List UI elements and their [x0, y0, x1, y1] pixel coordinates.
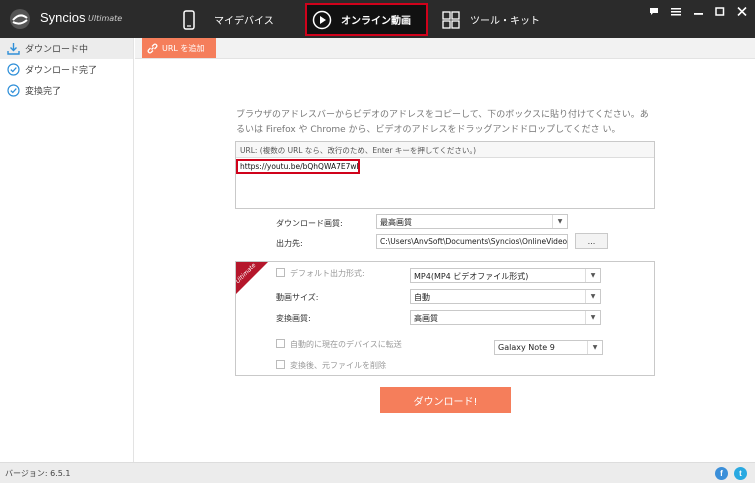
conversion-quality-value: 高画質	[414, 314, 438, 323]
sidebar-item-downloading[interactable]: ダウンロード中	[0, 38, 133, 59]
auto-transfer-checkbox[interactable]	[276, 339, 285, 348]
chevron-down-icon: ▼	[585, 269, 600, 282]
close-icon[interactable]	[736, 5, 748, 17]
output-path-field[interactable]: C:\Users\AnvSoft\Documents\Syncios\Onlin…	[376, 234, 568, 249]
toolbar: URL を追加	[135, 38, 755, 59]
download-button[interactable]: ダウンロード!	[380, 387, 511, 413]
grid-icon	[440, 9, 462, 31]
url-input[interactable]: https://youtu.be/bQhQWA7E7wI	[236, 159, 360, 174]
format-value: MP4(MP4 ビデオファイル形式)	[414, 272, 529, 281]
tab-label: マイデバイス	[214, 16, 274, 27]
tab-online-video[interactable]: オンライン動画	[305, 3, 428, 36]
chevron-down-icon: ▼	[552, 215, 567, 228]
quality-select[interactable]: 最高画質 ▼	[376, 214, 568, 229]
sidebar-item-download-complete[interactable]: ダウンロード完了	[0, 59, 133, 80]
default-format-checkbox[interactable]	[276, 268, 285, 277]
device-select[interactable]: Galaxy Note 9 ▼	[494, 340, 603, 355]
message-icon[interactable]	[648, 5, 660, 17]
auto-transfer-label: 自動的に現在のデバイスに転送	[290, 340, 402, 349]
format-select[interactable]: MP4(MP4 ビデオファイル形式) ▼	[410, 268, 601, 283]
add-url-button[interactable]: URL を追加	[142, 38, 216, 58]
video-size-label: 動画サイズ:	[276, 293, 319, 302]
menu-icon[interactable]	[670, 5, 682, 17]
browse-button[interactable]: ...	[575, 233, 608, 249]
app-name: Syncios	[40, 10, 86, 25]
top-bar: Syncios Ultimate マイデバイス オンライン動画 ツール・キット	[0, 0, 755, 38]
download-icon	[7, 43, 20, 55]
video-size-value: 自動	[414, 293, 430, 302]
sidebar: ダウンロード中 ダウンロード完了 変換完了	[0, 38, 134, 462]
facebook-icon[interactable]: f	[715, 467, 728, 480]
syncios-logo-icon	[10, 9, 30, 29]
check-circle-icon	[7, 63, 20, 76]
add-url-label: URL を追加	[162, 43, 205, 53]
app-edition: Ultimate	[88, 14, 123, 23]
url-input-box[interactable]: URL: (複数の URL なら、改行のため、Enter キーを押してください。…	[235, 141, 655, 209]
status-bar: バージョン: 6.5.1 f t	[0, 462, 755, 483]
conversion-quality-label: 変換画質:	[276, 314, 311, 323]
sidebar-item-label: ダウンロード中	[25, 45, 89, 55]
quality-label: ダウンロード画質:	[276, 219, 343, 228]
tab-label: ツール・キット	[470, 16, 540, 27]
sidebar-item-label: 変換完了	[25, 87, 62, 97]
check-circle-icon	[7, 84, 20, 97]
minimize-icon[interactable]	[693, 5, 705, 17]
sidebar-item-label: ダウンロード完了	[25, 66, 98, 76]
link-icon	[147, 43, 158, 53]
conversion-quality-select[interactable]: 高画質 ▼	[410, 310, 601, 325]
version-text: バージョン: 6.5.1	[5, 469, 71, 478]
chevron-down-icon: ▼	[585, 290, 600, 303]
delete-original-checkbox[interactable]	[276, 360, 285, 369]
url-box-label: URL: (複数の URL なら、改行のため、Enter キーを押してください。…	[236, 142, 654, 158]
instructions-text: ブラウザのアドレスバーからビデオのアドレスをコピーして、下のボックスに貼り付けて…	[236, 110, 649, 135]
default-format-label: デフォルト出力形式:	[290, 269, 365, 278]
quality-value: 最高画質	[380, 218, 412, 227]
sidebar-item-conversion-complete[interactable]: 変換完了	[0, 80, 133, 101]
delete-original-label: 変換後、元ファイルを削除	[290, 361, 386, 370]
tab-my-devices[interactable]: マイデバイス	[178, 3, 288, 36]
chevron-down-icon: ▼	[587, 341, 602, 354]
tab-toolkit[interactable]: ツール・キット	[440, 3, 550, 36]
device-value: Galaxy Note 9	[498, 343, 555, 352]
play-circle-icon	[311, 9, 333, 31]
tab-label: オンライン動画	[341, 16, 411, 27]
chevron-down-icon: ▼	[585, 311, 600, 324]
output-label: 出力先:	[276, 239, 303, 248]
twitter-icon[interactable]: t	[734, 467, 747, 480]
phone-icon	[178, 9, 200, 31]
maximize-icon[interactable]	[714, 5, 726, 17]
video-size-select[interactable]: 自動 ▼	[410, 289, 601, 304]
